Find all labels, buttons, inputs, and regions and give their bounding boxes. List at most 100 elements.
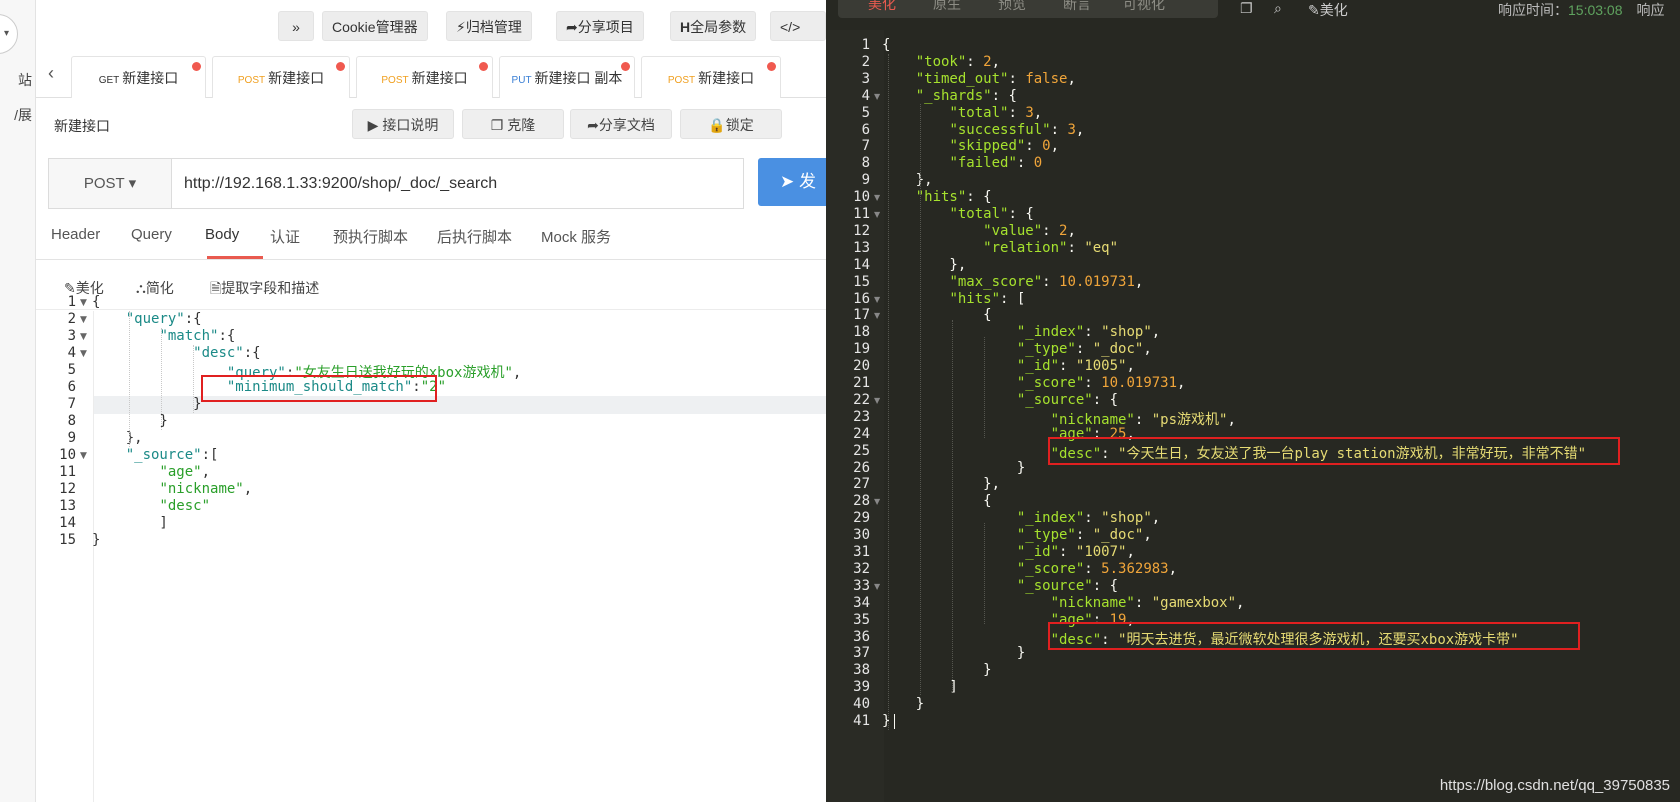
response-line: } xyxy=(882,662,992,679)
copy-icon[interactable]: ❐ xyxy=(1240,0,1253,17)
tab-body[interactable]: Body xyxy=(205,226,239,243)
line-number: 3 xyxy=(67,328,76,344)
code-line: } xyxy=(92,396,202,412)
line-number: 8 xyxy=(67,413,76,429)
send-button[interactable]: ➤ 发 xyxy=(758,158,826,206)
fold-arrow-icon[interactable]: ▼ xyxy=(874,92,880,101)
response-line: "skipped": 0, xyxy=(949,138,1060,155)
archive-button[interactable]: ⚡归档管理 xyxy=(446,11,532,41)
global-params-button[interactable]: H全局参数 xyxy=(670,11,757,41)
line-number: 7 xyxy=(67,396,76,412)
search-icon[interactable]: ⌕ xyxy=(1274,0,1282,17)
response-line: "_source": { xyxy=(1016,391,1119,408)
pen-icon: ✎ xyxy=(1308,2,1320,18)
request-tab-label: 新建接口 xyxy=(122,70,179,86)
fold-arrow-icon[interactable]: ▼ xyxy=(874,396,880,405)
fold-arrow-icon[interactable]: ▼ xyxy=(874,295,880,304)
fold-arrow-icon[interactable]: ▼ xyxy=(874,497,880,506)
line-number: 6 xyxy=(861,121,870,138)
line-number: 14 xyxy=(853,256,870,273)
line-number: 32 xyxy=(853,560,870,577)
highlight-box xyxy=(1048,437,1620,465)
text-cursor xyxy=(894,714,895,729)
response-line: { xyxy=(882,37,891,53)
request-panel: » Cookie管理器 ⚡归档管理 ➦分享项目 H全局参数 </> ‹ GET 新… xyxy=(36,0,826,802)
expand-button[interactable]: » xyxy=(278,11,314,41)
response-line: } xyxy=(882,713,891,729)
fold-arrow-icon[interactable]: ▼ xyxy=(80,298,87,308)
request-tab-method: POST xyxy=(667,75,696,86)
line-number: 28 xyxy=(853,493,870,510)
side-nav-strip: ▾ 站 /展 xyxy=(0,0,36,802)
collapse-toggle-icon[interactable]: ▾ xyxy=(0,14,18,54)
response-tab-assert[interactable]: 断言 xyxy=(1063,0,1091,14)
active-tab-indicator xyxy=(207,256,263,259)
tab-auth[interactable]: 认证 xyxy=(270,226,300,247)
url-input[interactable]: http://192.168.1.33:9200/shop/_doc/_sear… xyxy=(171,158,744,209)
line-number: 7 xyxy=(861,138,870,155)
line-number: 20 xyxy=(853,358,870,375)
response-line: "_index": "shop", xyxy=(1016,510,1161,527)
request-tab-method: POST xyxy=(381,75,409,86)
response-tab-preview[interactable]: 预览 xyxy=(998,0,1026,14)
beautify-response-button[interactable]: ✎美化 xyxy=(1308,0,1348,20)
extract-fields-button[interactable]: 🗎提取字段和描述 xyxy=(210,278,319,302)
fold-arrow-icon[interactable]: ▼ xyxy=(874,311,880,320)
line-number: 5 xyxy=(67,362,76,378)
indent-guide xyxy=(129,311,130,447)
indent-guide xyxy=(193,345,194,413)
method-select[interactable]: POST ▾ xyxy=(48,158,172,209)
tab-pre-script[interactable]: 预执行脚本 xyxy=(333,226,408,247)
unsaved-dot xyxy=(336,62,345,71)
share-doc-button[interactable]: ➦分享文档 xyxy=(570,109,672,139)
editor-toolbar: ✎美化 ⛬简化 🗎提取字段和描述 xyxy=(36,268,826,310)
share-project-button[interactable]: ➦分享项目 xyxy=(556,11,644,41)
fold-arrow-icon[interactable]: ▼ xyxy=(874,193,880,202)
request-tab[interactable]: POST 新建接口 xyxy=(356,56,493,98)
copy-icon: ❐ xyxy=(490,117,508,133)
response-tab-visualize[interactable]: 可视化 xyxy=(1123,0,1165,14)
fold-arrow-icon[interactable]: ▼ xyxy=(874,210,880,219)
request-tab-label: 新建接口 xyxy=(698,70,755,86)
tab-query[interactable]: Query xyxy=(131,226,172,243)
fold-arrow-icon[interactable]: ▼ xyxy=(80,349,87,359)
lock-button[interactable]: 🔒锁定 xyxy=(680,109,782,139)
chevron-left-icon[interactable]: ‹ xyxy=(48,63,54,84)
side-nav-item[interactable]: 站 xyxy=(0,70,36,90)
unsaved-dot xyxy=(767,62,776,71)
line-number: 10 xyxy=(853,189,870,206)
fold-arrow-icon[interactable]: ▼ xyxy=(80,315,87,325)
fold-arrow-icon[interactable]: ▼ xyxy=(874,582,880,591)
response-line: }, xyxy=(882,256,967,273)
response-line: "_score": 10.019731, xyxy=(1016,375,1186,391)
request-tab[interactable]: POST 新建接口 xyxy=(641,56,781,98)
extract-label: 提取字段和描述 xyxy=(221,280,320,296)
caret-down-icon: ▾ xyxy=(124,175,137,192)
simplify-button[interactable]: ⛬简化 xyxy=(136,278,174,298)
clone-button[interactable]: ❐ 克隆 xyxy=(462,109,564,139)
request-tab[interactable]: POST 新建接口 xyxy=(212,56,350,98)
response-tab-beautify[interactable]: 美化 xyxy=(868,0,896,14)
line-gutter: 1 2 3 4 5 6 7 8 9 10 11 12 13 14 15 ▼ ▼ ▼ ▼… xyxy=(36,294,94,802)
request-tab-method: POST xyxy=(237,75,266,86)
response-panel: 美化 原生 预览 断言 可视化 ❐ ⌕ ✎美化 响应时间：15:03:08 响应 … xyxy=(826,0,1680,802)
request-tab[interactable]: GET 新建接口 xyxy=(71,56,206,98)
tree-icon: ⛬ xyxy=(136,280,146,296)
fold-arrow-icon[interactable]: ▼ xyxy=(80,332,87,342)
tab-mock[interactable]: Mock 服务 xyxy=(541,226,611,247)
line-number: 1 xyxy=(67,294,76,310)
tab-header[interactable]: Header xyxy=(51,226,100,243)
fold-arrow-icon[interactable]: ▼ xyxy=(80,451,87,461)
request-body-editor[interactable]: 1 2 3 4 5 6 7 8 9 10 11 12 13 14 15 ▼ ▼ ▼ ▼… xyxy=(36,294,826,802)
tab-post-script[interactable]: 后执行脚本 xyxy=(437,226,512,247)
request-tab[interactable]: PUT 新建接口 副本 xyxy=(499,56,635,98)
response-line: "_index": "shop", xyxy=(1016,324,1161,341)
response-tab-raw[interactable]: 原生 xyxy=(933,0,961,14)
code-button[interactable]: </> xyxy=(770,11,826,41)
document-icon: 🗎 xyxy=(210,280,222,296)
side-nav-item[interactable]: /展 xyxy=(0,105,36,125)
cookie-manager-button[interactable]: Cookie管理器 xyxy=(322,11,428,41)
code-line: "desc" xyxy=(159,498,211,514)
api-doc-button[interactable]: ▶ 接口说明 xyxy=(352,109,454,139)
watermark: https://blog.csdn.net/qq_39750835 xyxy=(1439,777,1670,794)
